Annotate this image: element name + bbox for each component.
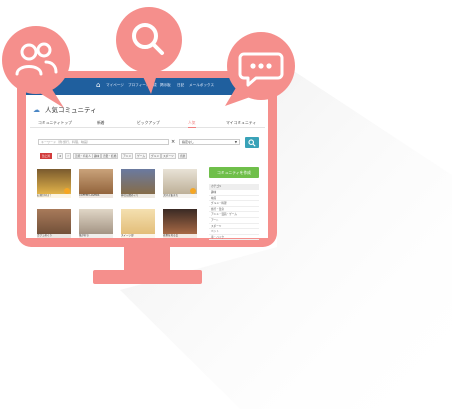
search-icon [248, 139, 256, 147]
tab-new[interactable]: 新着 [97, 119, 105, 127]
thumbnail-caption: 夜景を見る会 [163, 234, 197, 238]
tab-community-top[interactable]: コミュニティトップ [38, 119, 72, 127]
community-thumbnail[interactable]: 犬好き集まれ [163, 169, 197, 198]
search-button[interactable] [245, 137, 259, 148]
chat-bubble [225, 32, 295, 106]
community-thumbnail[interactable]: 夜景を見る会 [163, 209, 197, 238]
community-thumbnail[interactable]: カフェめぐり [37, 209, 71, 238]
search-input[interactable]: キーワード（例:旅行、料理、映画） [38, 139, 169, 145]
thumbnail-caption: 猫が好き [79, 234, 113, 238]
monitor-stand-base [93, 270, 202, 284]
category-select-value: 指定なし [182, 140, 195, 144]
tag-item[interactable]: 恋愛・結婚 [101, 153, 119, 159]
tag-item[interactable]: 音楽 [178, 153, 188, 159]
community-thumbnail[interactable]: お酒が好き！ [37, 169, 71, 198]
tag-item[interactable]: アニメ [121, 153, 134, 159]
tag-hot[interactable]: 急上昇 [40, 153, 53, 159]
tab-my-community[interactable]: マイコミュニティ [226, 119, 256, 127]
search-bubble [116, 7, 182, 94]
community-thumbnail[interactable]: 神社仏閣めぐり [121, 169, 155, 198]
chevron-down-icon: ▼ [234, 140, 237, 144]
nav-item-mailbox[interactable]: メールボックス [189, 82, 214, 88]
clear-icon[interactable]: × [171, 139, 175, 145]
tag-item[interactable]: グルメ [149, 153, 162, 159]
tab-bar: コミュニティトップ 新着 ピックアップ 人気 マイコミュニティ [30, 119, 265, 128]
tab-pickup[interactable]: ピックアップ [137, 119, 160, 127]
thumbnail-caption: お酒が好き！ [37, 194, 71, 198]
tag-item[interactable]: ☆ [65, 153, 72, 159]
users-bubble [2, 26, 70, 108]
community-thumbnail[interactable]: スイーツ部 [121, 209, 155, 238]
sidebar-item[interactable]: 車・バイク [209, 235, 259, 241]
thumbnail-caption: 神社仏閣めぐり [121, 194, 155, 198]
tag-item[interactable]: スポーツ [161, 153, 176, 159]
community-thumbnail[interactable]: 猫が好き [79, 209, 113, 238]
thumbnail-caption: カフェめぐり [37, 234, 71, 238]
thumbnail-caption: 犬好き集まれ [163, 194, 197, 198]
tag-item[interactable]: ★ [57, 153, 64, 159]
illustration: ⌂ マイページ プロフィール作成 掲示板 日記 メールボックス New プレミア… [0, 0, 452, 409]
community-thumbnail[interactable]: COFFEE LOVERS [79, 169, 113, 198]
create-community-button[interactable]: コミュニティを作成 [209, 167, 259, 178]
monitor-stand-neck [124, 247, 170, 272]
tag-item[interactable]: ゲーム [135, 153, 147, 159]
tab-popular[interactable]: 人気 [188, 119, 196, 128]
tag-item[interactable]: 趣味 [92, 153, 102, 159]
tag-item[interactable]: 芸能・有名人 [73, 153, 94, 159]
thumbnail-caption: スイーツ部 [121, 234, 155, 238]
thumbnail-caption: COFFEE LOVERS [79, 194, 113, 198]
category-select[interactable]: 指定なし ▼ [179, 139, 240, 145]
home-icon[interactable]: ⌂ [96, 82, 103, 89]
